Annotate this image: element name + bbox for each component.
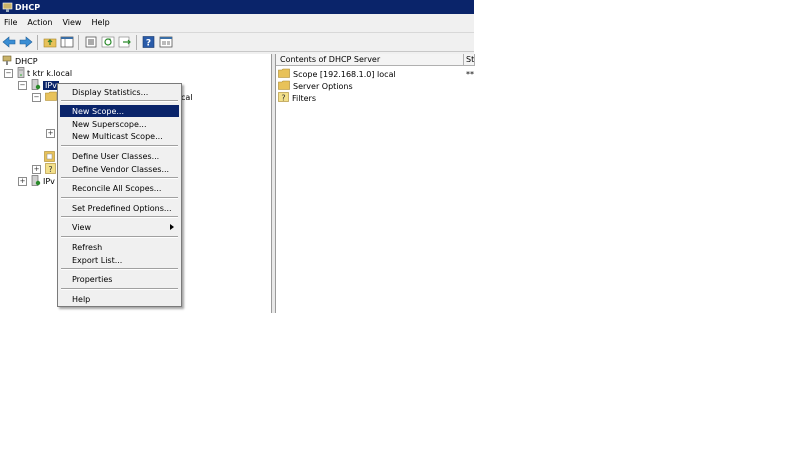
filter-icon: ? bbox=[278, 92, 289, 104]
list-item-scope[interactable]: Scope [192.168.1.0] local bbox=[278, 68, 396, 80]
folder-icon bbox=[278, 68, 290, 80]
list-item-label: Filters bbox=[292, 93, 316, 103]
menu-item-export-list[interactable]: Export List... bbox=[60, 254, 179, 266]
refresh-icon[interactable] bbox=[100, 34, 116, 50]
tree-root[interactable]: DHCP bbox=[1, 55, 38, 67]
ipv6-icon bbox=[31, 174, 41, 188]
title-bar: DHCP bbox=[0, 0, 474, 14]
menu-item-view-label: View bbox=[72, 222, 91, 232]
menu-separator bbox=[61, 145, 178, 147]
svg-text:?: ? bbox=[146, 39, 151, 49]
toolbar-separator bbox=[78, 34, 79, 50]
submenu-arrow-icon bbox=[170, 224, 174, 230]
menu-item-properties[interactable]: Properties bbox=[60, 273, 179, 285]
list-item-server-options[interactable]: Server Options bbox=[278, 80, 353, 92]
column-header-status[interactable]: St bbox=[464, 54, 475, 66]
help-icon[interactable]: ? bbox=[141, 34, 157, 50]
context-menu: Display Statistics... New Scope... New S… bbox=[57, 83, 182, 307]
tree-scope-label: cal bbox=[181, 92, 193, 102]
menu-item-view[interactable]: View bbox=[60, 221, 179, 233]
menu-item-define-vendor-classes[interactable]: Define Vendor Classes... bbox=[60, 163, 179, 175]
menu-file[interactable]: File bbox=[0, 15, 22, 31]
expand-icon[interactable]: + bbox=[18, 176, 27, 186]
dhcp-window: DHCP File Action View Help ? DHCP − t kt… bbox=[0, 0, 475, 313]
list-item-filters[interactable]: ? Filters bbox=[278, 92, 316, 104]
tree-root-label: DHCP bbox=[15, 56, 38, 66]
toolbar-separator bbox=[37, 34, 38, 50]
list-item-status: ** bbox=[466, 69, 474, 79]
menu-separator bbox=[61, 100, 178, 102]
tree-server-label: t ktr k.local bbox=[27, 68, 73, 78]
dhcp-app-icon bbox=[1, 2, 13, 13]
tree-filters[interactable]: + ? bbox=[32, 162, 56, 176]
console-icon[interactable] bbox=[158, 34, 174, 50]
toolbar: ? bbox=[0, 32, 474, 52]
filter-icon: ? bbox=[45, 162, 56, 176]
back-arrow-icon[interactable] bbox=[1, 34, 17, 50]
menu-item-new-multicast-scope[interactable]: New Multicast Scope... bbox=[60, 130, 179, 142]
properties-icon[interactable] bbox=[83, 34, 99, 50]
menu-item-refresh[interactable]: Refresh bbox=[60, 241, 179, 253]
menu-separator bbox=[61, 268, 178, 270]
menu-view[interactable]: View bbox=[57, 15, 86, 31]
menu-item-define-user-classes[interactable]: Define User Classes... bbox=[60, 150, 179, 162]
column-header-name[interactable]: Contents of DHCP Server bbox=[276, 54, 464, 66]
content-pane[interactable]: Contents of DHCP Server St Scope [192.16… bbox=[275, 54, 475, 313]
list-item-label: Scope [192.168.1.0] local bbox=[293, 69, 396, 79]
folder-icon bbox=[45, 91, 57, 103]
list-item-label: Server Options bbox=[293, 81, 353, 91]
folder-icon bbox=[278, 80, 290, 92]
collapse-icon[interactable]: − bbox=[4, 68, 13, 78]
tree-ipv6-label: IPv bbox=[43, 176, 55, 186]
menu-action[interactable]: Action bbox=[22, 15, 57, 31]
up-folder-icon[interactable] bbox=[42, 34, 58, 50]
menu-item-set-predefined-options[interactable]: Set Predefined Options... bbox=[60, 202, 179, 214]
menu-item-new-superscope[interactable]: New Superscope... bbox=[60, 118, 179, 130]
svg-text:?: ? bbox=[281, 94, 285, 103]
server-icon bbox=[17, 66, 25, 80]
expand-icon[interactable]: + bbox=[46, 128, 55, 138]
toolbar-separator bbox=[136, 34, 137, 50]
collapse-icon[interactable]: − bbox=[18, 80, 27, 90]
tree-server-options[interactable] bbox=[44, 150, 55, 163]
menu-help[interactable]: Help bbox=[86, 15, 114, 31]
menu-item-help[interactable]: Help bbox=[60, 293, 179, 305]
collapse-icon[interactable]: − bbox=[32, 92, 41, 102]
menu-separator bbox=[61, 216, 178, 218]
expand-icon[interactable]: + bbox=[32, 164, 41, 174]
menu-separator bbox=[61, 236, 178, 238]
menu-bar: File Action View Help bbox=[0, 15, 474, 31]
tree-server[interactable]: − t ktr k.local bbox=[4, 66, 73, 80]
menu-item-reconcile-all-scopes[interactable]: Reconcile All Scopes... bbox=[60, 182, 179, 194]
menu-separator bbox=[61, 197, 178, 199]
menu-separator bbox=[61, 288, 178, 290]
window-title: DHCP bbox=[15, 2, 41, 12]
forward-arrow-icon[interactable] bbox=[18, 34, 34, 50]
tree-ipv4[interactable]: − IPv bbox=[18, 78, 59, 92]
menu-item-new-scope[interactable]: New Scope... bbox=[60, 105, 179, 117]
svg-text:?: ? bbox=[48, 165, 52, 174]
tree-ipv6[interactable]: + IPv bbox=[18, 174, 55, 188]
menu-item-display-statistics[interactable]: Display Statistics... bbox=[60, 86, 179, 98]
dhcp-root-icon bbox=[1, 55, 13, 68]
menu-separator bbox=[61, 177, 178, 179]
export-icon[interactable] bbox=[117, 34, 133, 50]
show-tree-icon[interactable] bbox=[59, 34, 75, 50]
ipv4-icon bbox=[31, 78, 41, 92]
